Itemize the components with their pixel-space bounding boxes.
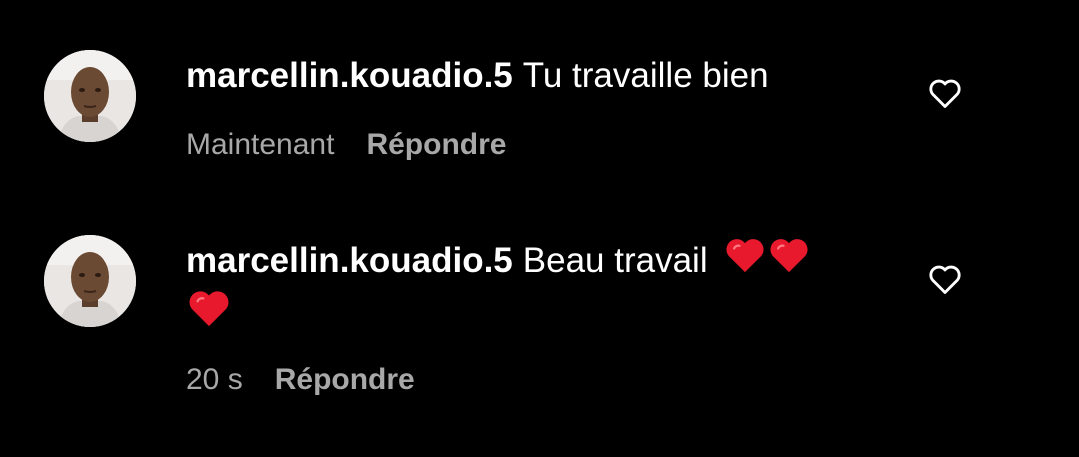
red-heart-emoji-icon [723,234,767,286]
user-avatar-image [44,50,136,142]
comment-timestamp: Maintenant [186,128,335,161]
comment-emoji-line [186,291,232,333]
heart-outline-icon[interactable] [926,74,964,112]
red-heart-emoji-icon [767,234,811,286]
user-avatar-image [44,235,136,327]
comment-text-line: marcellin.kouadio.5 Beau travail [186,238,886,286]
avatar[interactable] [44,235,136,327]
comment-timestamp: 20 s [186,363,243,396]
comment-item: marcellin.kouadio.5 Beau travail 20 s Répo… [0,200,1079,457]
comment-body: Tu travaille bien [522,56,769,95]
comment-username[interactable]: marcellin.kouadio.5 [186,241,513,280]
comment-text-line: marcellin.kouadio.5 Tu travaille bien [186,53,886,99]
comment-meta: 20 s Répondre [186,362,415,398]
reply-button[interactable]: Répondre [366,128,506,161]
reply-button[interactable]: Répondre [275,363,415,396]
red-heart-emoji-icon [186,286,232,333]
avatar[interactable] [44,50,136,142]
comment-item: marcellin.kouadio.5 Tu travaille bien Mai… [0,0,1079,200]
comment-body: Beau travail [522,241,708,280]
heart-outline-icon[interactable] [926,260,964,298]
comment-username[interactable]: marcellin.kouadio.5 [186,56,513,95]
comment-meta: Maintenant Répondre [186,127,506,163]
